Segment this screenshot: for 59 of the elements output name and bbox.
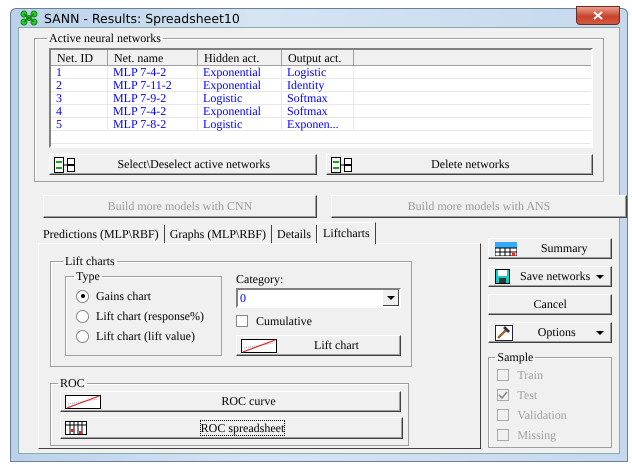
table-cell: 3 <box>51 92 108 105</box>
table-cell: MLP 7-11-2 <box>108 79 198 92</box>
close-icon <box>593 10 603 20</box>
network-select-icon <box>330 156 352 172</box>
dropdown-arrow-icon <box>387 296 395 300</box>
table-cell: Logistic <box>198 92 282 105</box>
roc-button[interactable]: ROC spreadsheet <box>60 417 403 439</box>
table-cell: Logistic <box>282 66 354 79</box>
group-title: ROC <box>59 376 86 391</box>
table-cell: Exponential <box>198 105 282 118</box>
molecule-network-icon <box>20 10 38 26</box>
hammer-icon <box>495 324 514 340</box>
group-title: Lift charts <box>64 254 116 269</box>
window-title: SANN - Results: Spreadsheet10 <box>44 10 240 26</box>
network-button[interactable]: Delete networks <box>326 154 593 175</box>
group-title: Type <box>75 269 101 284</box>
table-cell: Exponen... <box>282 118 354 131</box>
side-button[interactable]: Summary <box>488 238 612 259</box>
checkbox-option[interactable]: Cumulative <box>236 311 401 331</box>
table-cell: 1 <box>51 66 108 79</box>
tab[interactable]: Liftcharts <box>317 222 376 244</box>
lift-chart-button[interactable]: Lift chart <box>236 335 401 356</box>
field-label: Category: <box>236 272 284 288</box>
radio-button[interactable] <box>76 310 89 322</box>
table-cell: Softmax <box>282 105 354 118</box>
radio-option[interactable]: Lift chart (response%) <box>76 306 215 326</box>
table-cell: MLP 7-9-2 <box>108 92 198 105</box>
table-cell: Exponential <box>198 66 282 79</box>
radio-button[interactable] <box>76 290 89 302</box>
network-select-icon <box>54 156 76 172</box>
chart-line-icon <box>65 394 101 408</box>
group-title: Sample <box>496 350 534 365</box>
side-button[interactable]: Save networks <box>488 266 612 287</box>
table-cell: Softmax <box>282 92 354 105</box>
side-button[interactable]: Cancel <box>488 294 612 315</box>
roc-button[interactable]: ROC curve <box>60 391 401 412</box>
chart-line-icon <box>241 338 277 352</box>
category-dropdown[interactable]: 0 <box>236 288 401 308</box>
table-cell: MLP 7-8-2 <box>108 118 198 131</box>
radio-button[interactable] <box>76 330 89 342</box>
table-cell: MLP 7-4-2 <box>108 105 198 118</box>
close-button[interactable] <box>576 6 620 24</box>
summary-table-icon <box>495 242 518 256</box>
radio-option[interactable]: Gains chart <box>76 286 215 306</box>
table-cell: Identity <box>282 79 354 92</box>
dropdown-arrow-icon <box>596 274 604 278</box>
table-cell: 5 <box>51 118 108 131</box>
table-cell: 4 <box>51 105 108 118</box>
radio-option[interactable]: Lift chart (lift value) <box>76 326 215 346</box>
group-title: Active neural networks <box>48 31 162 46</box>
table-cell: Exponential <box>198 79 282 92</box>
table-cell: MLP 7-4-2 <box>108 66 198 79</box>
spreadsheet-icon <box>65 421 87 435</box>
side-button[interactable]: Options <box>488 322 612 343</box>
table-cell: 2 <box>51 79 108 92</box>
table-cell: Logistic <box>198 118 282 131</box>
checkbox[interactable] <box>236 315 248 327</box>
network-button[interactable]: Select\Deselect active networks <box>49 154 316 175</box>
dropdown-arrow-icon <box>596 330 604 334</box>
